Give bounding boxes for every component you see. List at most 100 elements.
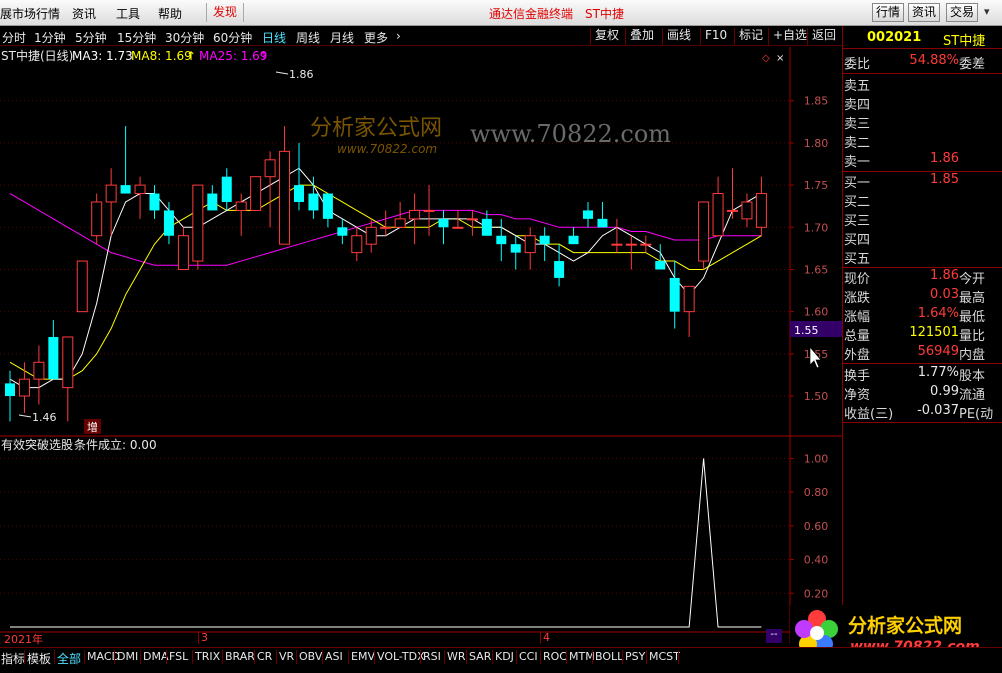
indicator-tab[interactable]: BOLL	[595, 650, 623, 663]
period-60min[interactable]: 60分钟	[213, 29, 252, 46]
menu-item-discover[interactable]: 发现	[206, 3, 245, 22]
period-weekly[interactable]: 周线	[296, 29, 320, 46]
period-fenshi[interactable]: 分时	[2, 29, 26, 46]
weibi-value: 54.88%	[909, 53, 959, 68]
menu-bar: 展市场行情 资讯 工具 帮助 发现 通达信金融终端 ST中捷 行情 资讯 交易 …	[0, 0, 1002, 26]
stat-label-2: 内盘	[959, 348, 986, 363]
tab-divider	[24, 650, 25, 664]
price-tick-label: 1.80	[804, 137, 829, 150]
menu-item-help[interactable]: 帮助	[158, 5, 182, 22]
candle-body	[351, 235, 363, 254]
period-daily[interactable]: 日线	[262, 29, 286, 46]
hangqing-button[interactable]: 行情	[872, 3, 904, 22]
indicator-tab[interactable]: 全部	[57, 650, 81, 667]
stat-label-2: 最低	[959, 310, 986, 325]
buy-level-label: 买四	[844, 233, 871, 248]
stat-value: 56949	[917, 344, 959, 359]
period-30min[interactable]: 30分钟	[165, 29, 204, 46]
indicator-tab[interactable]: DMA	[143, 650, 169, 663]
indicator-tab[interactable]: SAR	[469, 650, 491, 663]
stat-row: 外盘 56949 内盘	[843, 344, 1002, 363]
biaoji-button[interactable]: 标记	[734, 28, 767, 45]
buy-level-label: 买五	[844, 252, 871, 267]
tab-divider	[516, 650, 517, 664]
indicator-tab[interactable]: VR	[279, 650, 294, 663]
indicator-tab[interactable]: TRIX	[195, 650, 220, 663]
menu-item-tools[interactable]: 工具	[116, 5, 140, 22]
indicator-tab[interactable]: MTM	[569, 650, 595, 663]
candle-body	[568, 235, 579, 245]
indicator-tab[interactable]: ASI	[325, 650, 343, 663]
huaxian-button[interactable]: 画线	[662, 28, 695, 45]
indicator-tab[interactable]: MACD	[87, 650, 120, 663]
price-tick-label: 1.65	[804, 263, 829, 276]
indicator-tab[interactable]: OBV	[299, 650, 322, 663]
jiaoyi-button[interactable]: 交易	[946, 3, 978, 22]
candle-body	[611, 243, 623, 246]
stat-label-2: 今开	[959, 272, 986, 287]
indicator-tab[interactable]: MCST	[649, 650, 680, 663]
menu-item-market[interactable]: 展市场行情	[0, 5, 60, 22]
candle-body	[683, 285, 695, 313]
buy-level-row: 买三	[843, 210, 1002, 229]
fuquan-button[interactable]: 复权	[590, 28, 623, 45]
sell-level-row: 卖四	[843, 94, 1002, 113]
date-axis: 2021年 3 4 --	[0, 629, 790, 646]
period-15min[interactable]: 15分钟	[117, 29, 156, 46]
stat-row: 涨幅 1.64% 最低	[843, 306, 1002, 325]
indicator-tab[interactable]: WR	[447, 650, 466, 663]
watermark: 分析家公式网 www.70822.com www.70822.com	[310, 116, 671, 156]
dropdown-icon[interactable]: ▾	[984, 5, 998, 19]
indicator-tab[interactable]: RSI	[423, 650, 441, 663]
diejia-button[interactable]: 叠加	[625, 28, 658, 45]
stat-label: 总量	[844, 329, 871, 344]
indicator-tab[interactable]: CCI	[519, 650, 538, 663]
indicator-tab[interactable]: PSY	[625, 650, 645, 663]
period-5min[interactable]: 5分钟	[75, 29, 107, 46]
period-1min[interactable]: 1分钟	[34, 29, 66, 46]
kline-chart[interactable]: 分析家公式网 www.70822.com www.70822.com 1.85 1…	[0, 47, 842, 644]
stock-title: ST中捷	[585, 7, 624, 21]
indicator-tab[interactable]: DMI	[117, 650, 138, 663]
buy-level-label: 买一	[844, 176, 871, 191]
indicator-tab[interactable]: CR	[257, 650, 272, 663]
diamond-icon[interactable]: ◇	[762, 53, 770, 64]
tab-divider	[140, 650, 141, 664]
tab-divider	[222, 650, 223, 664]
date-april: 4	[540, 631, 550, 644]
f10-button[interactable]: F10	[700, 28, 731, 45]
stat-row: 净资 0.99 流通	[843, 384, 1002, 403]
period-monthly[interactable]: 月线	[330, 29, 354, 46]
indicator-tab[interactable]: EMV	[351, 650, 375, 663]
candle-body	[438, 218, 449, 228]
candle-body	[192, 184, 204, 262]
indicator-tab[interactable]: FSL	[169, 650, 188, 663]
tab-divider	[374, 650, 375, 664]
period-more[interactable]: 更多	[364, 29, 388, 46]
indicator-tab[interactable]: 指标	[1, 650, 25, 667]
quote-panel: 002021 ST中捷 委比 54.88% 委差 卖五 卖四 卖三 卖二 卖一 1.86 …	[842, 26, 1002, 644]
indicator-tab[interactable]: 模板	[27, 650, 51, 667]
chevron-right-icon[interactable]: ›	[396, 29, 401, 43]
ma25-label: MA25: 1.69	[199, 49, 267, 63]
zixun-button[interactable]: 资讯	[908, 3, 940, 22]
close-icon[interactable]: ×	[776, 53, 784, 64]
indicator-tab[interactable]: BRAR	[225, 650, 255, 663]
buy-level-row: 买二	[843, 191, 1002, 210]
stock-name: ST中捷	[943, 34, 986, 49]
chart-title: ST中捷(日线)	[1, 48, 73, 63]
price-tick-label: 1.85	[804, 95, 829, 108]
indicator-tab[interactable]: ROC	[543, 650, 567, 663]
candle-body	[712, 193, 724, 237]
add-watchlist-button[interactable]: +自选	[768, 28, 811, 45]
buy-level-row: 买五	[843, 248, 1002, 267]
tab-divider	[192, 650, 193, 664]
indicator-tab[interactable]: KDJ	[495, 650, 514, 663]
tab-divider	[592, 650, 593, 664]
price-tick-label: 1.60	[804, 306, 829, 319]
indicator-tab[interactable]: VOL-TDX	[377, 650, 425, 663]
menu-item-news[interactable]: 资讯	[72, 5, 96, 22]
high-annotation: 1.86	[289, 68, 314, 81]
candle-body	[583, 210, 593, 219]
back-button[interactable]: 返回	[807, 28, 840, 45]
